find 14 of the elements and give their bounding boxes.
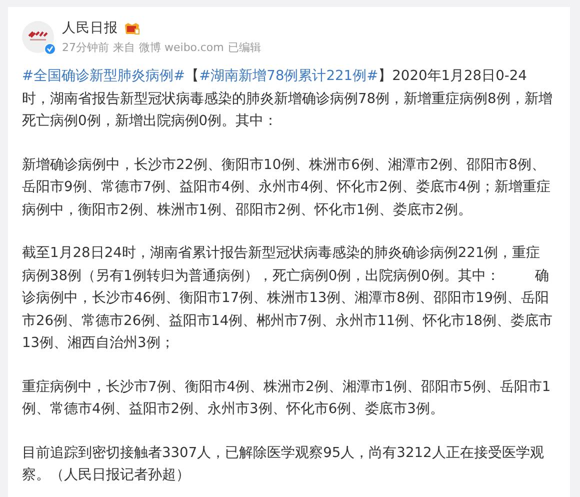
post-paragraph: 新增确诊病例中，长沙市22例、衡阳市10例、株洲市6例、湘潭市2例、邵阳市8例、岳阳市9例、常德市7例、益阳市4例、永州市4例、怀化市2例、娄底市4例；新增重症病例中，衡阳市2例、株洲市1例、邵阳市2例、怀化市1例、娄底市2例。 <box>22 156 552 220</box>
post-paragraph: 截至1月28日24时，湖南省累计报告新型冠状病毒感染的肺炎确诊病例221例，重症病例38例（另有1例转归为普通病例），死亡病例0例，出院病例0例。其中： 确诊病例中，长沙市46例、衡阳市17例、株洲市13例、湘潭市8例、邵阳市19例、岳阳市26例、常德市26例、益阳市14例、郴州市7例、永州市11例、怀化市18例、娄底市13例、湘西自治州3例； <box>22 244 554 353</box>
post-paragraph: 目前追踪到密切接触者3307人，已解除医学观察95人，尚有3212人正在接受医学观察。（人民日报记者孙超） <box>22 444 545 485</box>
post-paragraph: 重症病例中，长沙市7例、衡阳市4例、株洲市2例、湘潭市1例、邵阳市5例、岳阳市1例、常德市4例、益阳市2例、永州市3例、怀化市6例、娄底市3例。 <box>22 378 552 419</box>
post-time: 27分钟前 <box>62 40 109 55</box>
author-name[interactable]: 人民日报 <box>62 19 118 37</box>
hashtag-link[interactable]: #全国确诊新型肺炎病例# <box>22 68 186 84</box>
meta-text: 已编辑 <box>228 40 261 55</box>
source-link[interactable]: 微博 weibo.com <box>139 40 224 55</box>
hashtag-link[interactable]: #湖南新增78例累计221例# <box>199 68 378 84</box>
avatar-icon[interactable] <box>22 21 54 53</box>
meta-text: 来自 <box>113 40 135 55</box>
verified-icon <box>44 43 56 55</box>
post-paragraph: #全国确诊新型肺炎病例#【#湖南新增78例累计221例#】2020年1月28日0-24时，湖南省报告新型冠状病毒感染的肺炎新增确诊病例78例，新增重症病例8例，新增死亡病例0例，新增出院病例0例。其中： <box>22 67 554 131</box>
